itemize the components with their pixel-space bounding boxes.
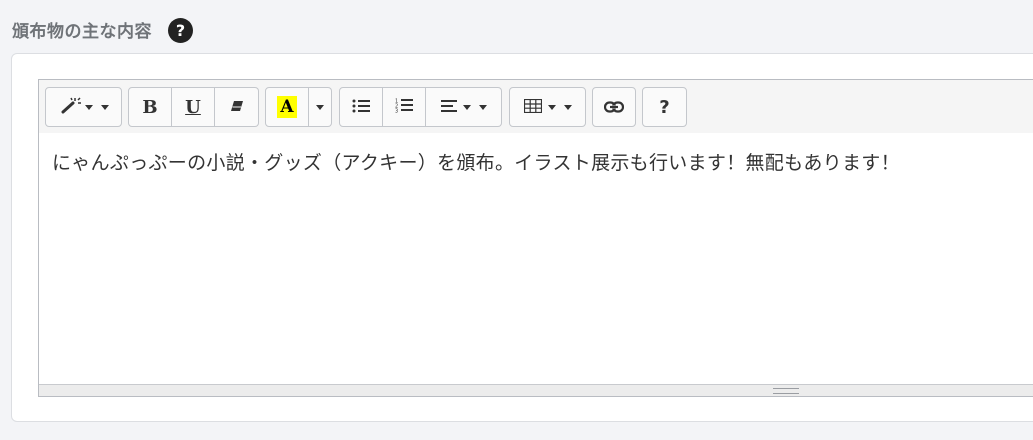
eraser-icon <box>229 98 245 117</box>
chevron-down-icon <box>316 104 324 110</box>
bold-button[interactable]: B <box>128 87 172 127</box>
link-button[interactable] <box>592 87 636 127</box>
text-color-button[interactable]: A <box>265 87 309 127</box>
resize-handle[interactable] <box>39 384 1033 396</box>
ordered-list-button[interactable]: 1 2 3 <box>383 87 426 127</box>
section-title: 頒布物の主な内容 <box>12 22 152 42</box>
color-dropdown-button[interactable] <box>309 87 332 127</box>
editor-card: B U A 1 2 3 ? にゃんぷっぷーの小説・グッズ（アクキー）を頒布。イラ… <box>11 53 1033 422</box>
help-icon[interactable]: ? <box>168 18 193 43</box>
help-group: ? <box>642 87 687 127</box>
unordered-list-icon <box>352 98 370 117</box>
chevron-down-icon <box>563 104 572 110</box>
table-group <box>509 87 586 127</box>
grip-icon <box>773 388 799 394</box>
chevron-down-icon <box>84 104 93 110</box>
editor-content[interactable]: にゃんぷっぷーの小説・グッズ（アクキー）を頒布。イラスト展示も行います！無配もあ… <box>52 148 1033 175</box>
chevron-down-icon <box>462 104 471 110</box>
chevron-down-icon <box>547 104 556 110</box>
unordered-list-button[interactable] <box>339 87 383 127</box>
align-dropdown-button[interactable] <box>426 87 502 127</box>
clear-format-button[interactable] <box>215 87 259 127</box>
paragraph-group: 1 2 3 <box>339 87 502 127</box>
chevron-down-icon <box>100 104 109 110</box>
magic-wand-icon <box>59 95 83 119</box>
svg-text:3: 3 <box>395 108 398 113</box>
section-header: 頒布物の主な内容 ? <box>12 16 193 43</box>
style-dropdown-button[interactable] <box>45 87 122 127</box>
help-button[interactable]: ? <box>642 87 687 127</box>
font-style-group: B U <box>128 87 259 127</box>
style-group <box>45 87 122 127</box>
editor-toolbar: B U A 1 2 3 ? <box>39 80 1033 133</box>
color-group: A <box>265 87 332 127</box>
rich-text-editor: B U A 1 2 3 ? にゃんぷっぷーの小説・グッズ（アクキー）を頒布。イラ… <box>38 79 1033 397</box>
underline-button[interactable]: U <box>172 87 215 127</box>
link-group <box>592 87 636 127</box>
align-left-icon <box>440 98 457 117</box>
table-dropdown-button[interactable] <box>509 87 586 127</box>
text-color-icon: A <box>277 96 297 118</box>
chevron-down-icon <box>478 104 487 110</box>
table-icon <box>523 98 542 117</box>
ordered-list-icon: 1 2 3 <box>395 98 413 117</box>
link-icon <box>603 98 625 117</box>
